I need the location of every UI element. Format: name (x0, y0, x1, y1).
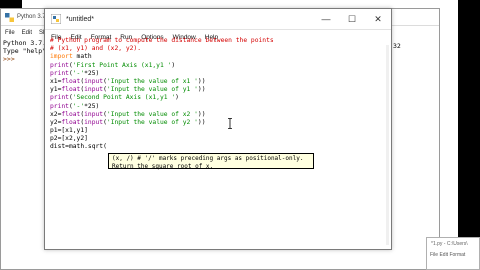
shell-right-text: 32 (393, 42, 401, 50)
code-line[interactable]: print('First Point Axis (x1,y1 ') (50, 62, 274, 70)
code-token-str: 'Input the value of y1 ' (106, 86, 198, 94)
code-token-kw: import (50, 53, 73, 61)
code-line[interactable]: x1=float(input('Input the value of x1 ')… (50, 78, 274, 86)
code-line[interactable]: print('Second Point Axis (x1,y1 ') (50, 94, 274, 102)
code-token-plain: ) (175, 94, 179, 102)
code-line[interactable]: print('-'*25) (50, 103, 274, 111)
calltip-signature: (x, /) # '/' marks preceding args as pos… (112, 155, 304, 162)
maximize-button[interactable]: ☐ (339, 9, 365, 29)
code-line[interactable]: p1=[x1,y1] (50, 127, 274, 135)
code-token-str: 'First Point Axis (x1,y1 ' (72, 61, 172, 69)
code-line[interactable]: # Python program to compute the distance… (50, 37, 274, 45)
code-token-plain: x1= (50, 77, 62, 85)
code-line[interactable]: # (x1, y1) and (x2, y2). (50, 45, 274, 53)
code-token-builtin: input (84, 77, 104, 85)
editor-scrollbar[interactable] (386, 45, 389, 245)
code-token-comment: # Python program to compute the distance… (50, 37, 274, 44)
code-token-comment: # (x1, y1) and (x2, y2). (50, 45, 141, 53)
mini-menu-format[interactable]: Format (449, 252, 465, 258)
mini-menu-edit[interactable]: Edit (439, 252, 448, 258)
code-token-str: 'Input the value of y2 ' (106, 118, 198, 126)
code-token-plain: p1=[x1,y1] (50, 127, 88, 135)
code-line[interactable]: import math (50, 53, 274, 61)
code-token-plain: *25) (84, 102, 100, 110)
code-token-builtin: float (61, 110, 81, 118)
calltip-tooltip: (x, /) # '/' marks preceding args as pos… (108, 153, 314, 170)
code-token-str: 'Input the value of x2 ' (106, 110, 198, 118)
right-letterbox (458, 0, 480, 270)
code-token-plain: math (72, 53, 92, 61)
code-token-builtin: input (84, 86, 104, 94)
text-cursor-icon (228, 118, 232, 129)
mini-window-title: *1.py - C:\Users\ (431, 241, 468, 247)
mini-window-menu: File Edit Format (430, 252, 479, 258)
close-button[interactable]: ✕ (365, 9, 391, 29)
code-token-builtin: print (50, 61, 69, 69)
mini-menu-file[interactable]: File (430, 252, 438, 258)
python-icon (5, 12, 14, 22)
shell-menu-edit[interactable]: Edit (22, 30, 32, 36)
code-token-plain: ) (171, 61, 176, 69)
code-token-plain: )) (197, 118, 206, 126)
code-line[interactable]: y2=float(input('Input the value of y2 ')… (50, 119, 274, 127)
code-token-plain: )) (197, 86, 206, 94)
code-token-builtin: float (61, 77, 81, 85)
code-line[interactable]: print('-'*25) (50, 70, 274, 78)
code-line[interactable]: x2=float(input('Input the value of x2 ')… (50, 111, 274, 119)
code-token-builtin: float (61, 118, 81, 126)
window-controls: — ☐ ✕ (313, 9, 391, 29)
editor-titlebar[interactable]: *untitled* — ☐ ✕ (45, 9, 391, 30)
minimized-editor-window[interactable]: *1.py - C:\Users\ File Edit Format (426, 237, 480, 270)
code-token-plain: x2= (50, 110, 62, 118)
calltip-doc: Return the square root of x. (112, 162, 214, 170)
code-token-builtin: input (84, 110, 104, 118)
code-line[interactable]: p2=[x2,y2] (50, 135, 274, 143)
code-token-builtin: input (84, 118, 104, 126)
code-token-plain: )) (197, 77, 206, 85)
python-file-icon (51, 14, 61, 24)
code-line[interactable]: y1=float(input('Input the value of y1 ')… (50, 86, 274, 94)
code-token-str: 'Input the value of x1 ' (106, 77, 198, 85)
code-token-builtin: print (50, 69, 69, 77)
code-token-plain: p2=[x2,y2] (50, 135, 88, 143)
shell-menu-file[interactable]: File (5, 30, 15, 36)
code-line[interactable]: dist=math.sqrt( (50, 143, 274, 151)
code-token-builtin: float (61, 86, 81, 94)
code-token-str: '-' (72, 102, 85, 110)
code-token-plain: )) (197, 110, 206, 118)
code-token-plain: y2= (50, 118, 62, 126)
code-token-plain: *25) (84, 69, 100, 77)
code-token-str: 'Second Point Axis (x1,y1 ' (72, 94, 176, 102)
code-token-plain: y1= (50, 86, 62, 94)
code-token-builtin: print (50, 102, 69, 110)
code-editor-area[interactable]: # Python program to compute the distance… (50, 37, 274, 152)
shell-title: Python 3.7 (17, 14, 46, 20)
editor-title: *untitled* (66, 15, 95, 23)
minimize-button[interactable]: — (313, 9, 339, 29)
code-token-str: '-' (72, 69, 85, 77)
code-token-plain: dist=math.sqrt( (50, 143, 107, 151)
code-token-builtin: print (50, 94, 69, 102)
